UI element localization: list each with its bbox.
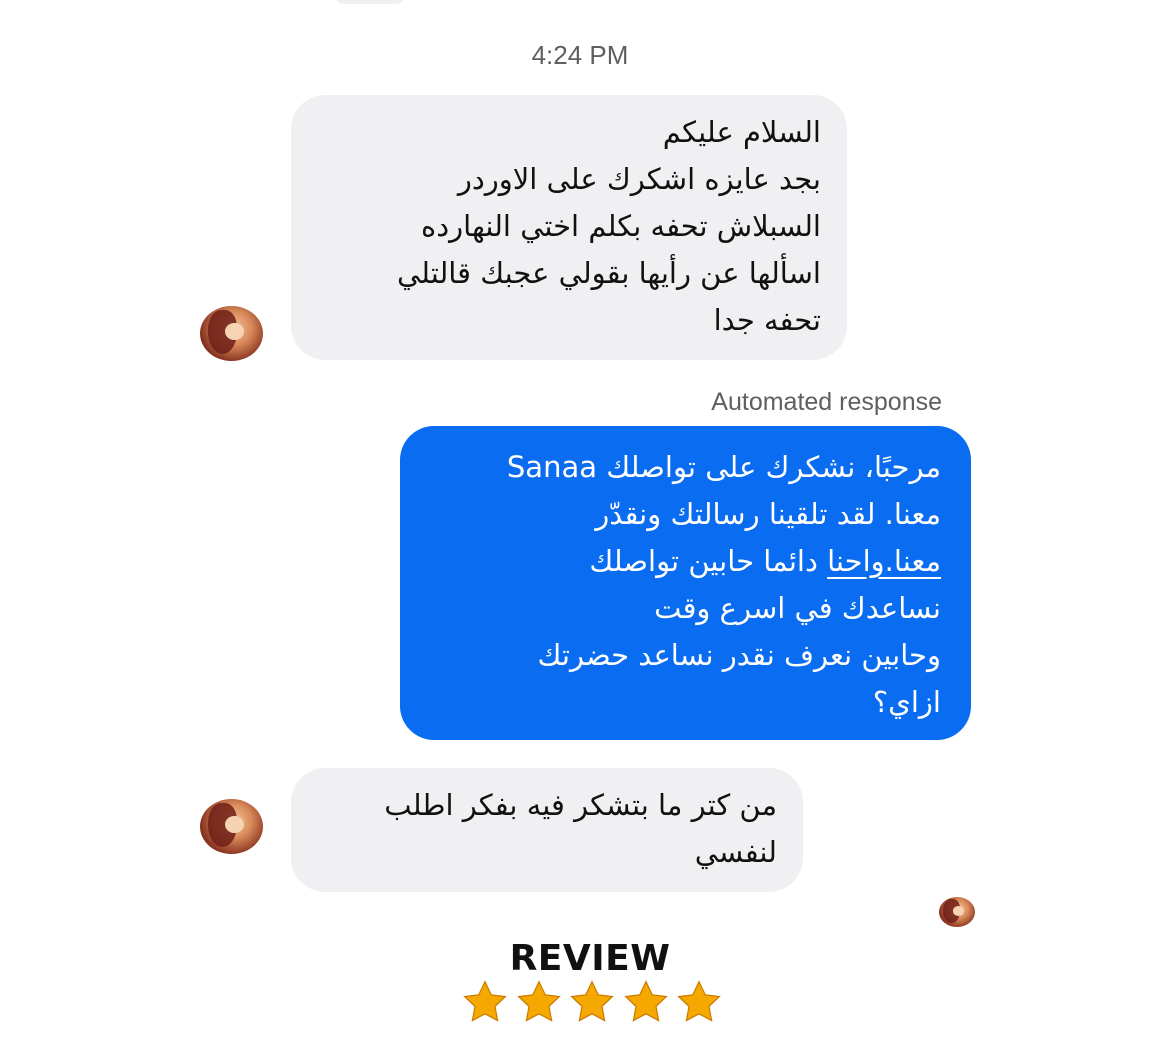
seen-receipt-avatar — [939, 897, 975, 927]
message-line: مرحبًا، نشكرك على تواصلك Sanaa — [506, 450, 941, 484]
automated-response-label: Automated response — [711, 388, 942, 416]
previous-message-fragment — [335, 0, 405, 4]
message-line: وحابين نعرف نقدر نساعد حضرتك — [537, 638, 941, 672]
star-icon — [623, 980, 668, 1022]
star-icon — [570, 980, 614, 1022]
message-line: معنا. لقد تلقينا رسالتك ونقدّر — [595, 497, 941, 531]
star-icon — [463, 980, 507, 1022]
message-line: ازاي؟ — [872, 685, 941, 719]
underlined-link-text[interactable]: معنا.واحنا — [827, 544, 941, 578]
message-line: نساعدك في اسرع وقت — [654, 591, 941, 625]
message-line: السلام عليكم — [662, 115, 821, 149]
message-line: لنفسي — [694, 835, 777, 869]
message-line-rest: دائما حابين تواصلك — [589, 544, 818, 578]
message-line: السبلاش تحفه بكلم اختي النهارده — [421, 209, 821, 243]
message-line: من كتر ما بتشكر فيه بفكر اطلب — [384, 788, 777, 822]
review-title: REVIEW — [509, 938, 671, 979]
star-icon — [677, 980, 721, 1022]
rating-stars — [461, 978, 723, 1030]
message-line: تحفه جدا — [713, 303, 821, 337]
message-timestamp: 4:24 PM — [531, 40, 629, 70]
incoming-message-bubble[interactable]: من كتر ما بتشكر فيه بفكر اطلب لنفسي — [291, 768, 803, 892]
message-line: معنا.واحنا دائما حابين تواصلك — [422, 538, 941, 585]
incoming-message-bubble[interactable]: السلام عليكم بجد عايزه اشكرك على الاوردر… — [291, 95, 847, 360]
customer-avatar[interactable] — [200, 799, 263, 854]
message-line: اسألها عن رأيها بقولي عجبك قالتلي — [396, 256, 821, 290]
star-icon — [516, 980, 561, 1022]
customer-avatar[interactable] — [200, 306, 263, 361]
message-line: بجد عايزه اشكرك على الاوردر — [457, 162, 821, 196]
outgoing-message-bubble[interactable]: مرحبًا، نشكرك على تواصلك Sanaa معنا. لقد… — [400, 426, 971, 740]
